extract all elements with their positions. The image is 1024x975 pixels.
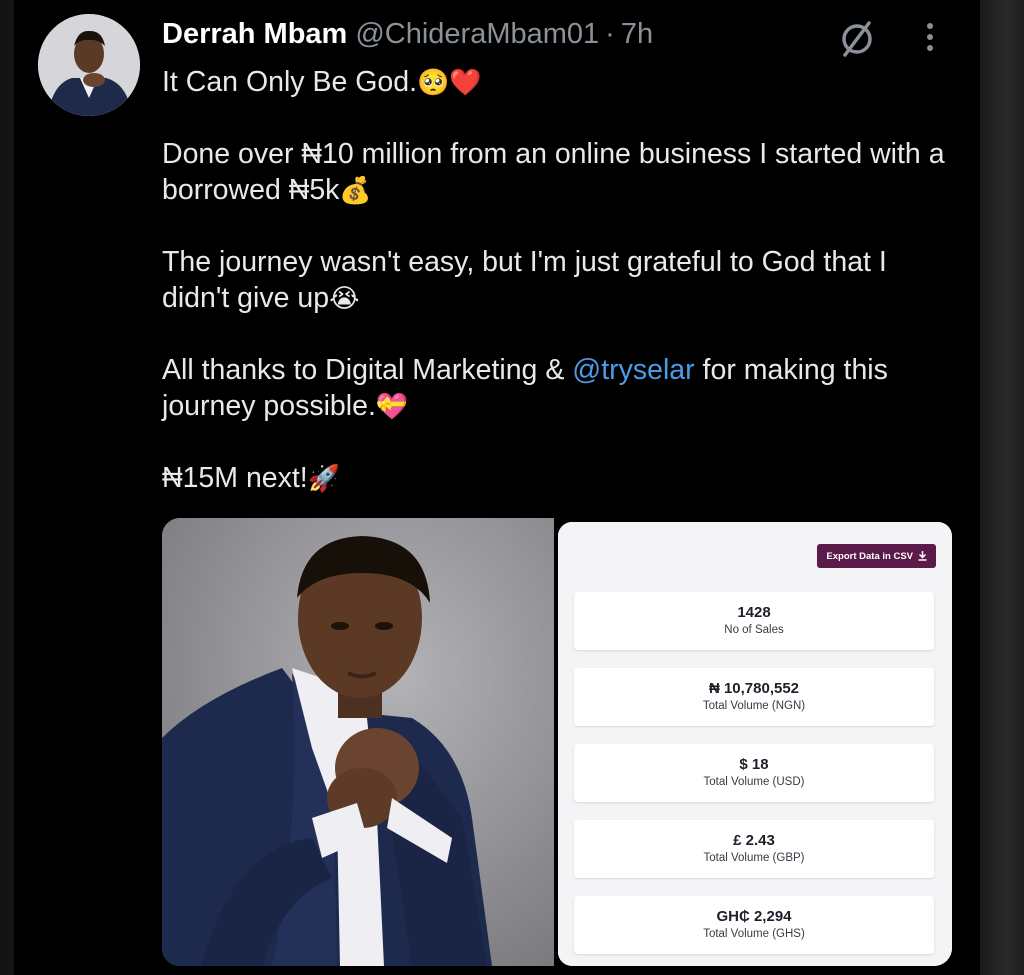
timestamp[interactable]: 7h bbox=[621, 18, 653, 51]
tweet-header: Derrah Mbam @ChideraMbam01 · 7h bbox=[162, 14, 653, 54]
avatar[interactable] bbox=[38, 14, 140, 116]
stat-card-gbp: £ 2.43 Total Volume (GBP) bbox=[574, 820, 934, 878]
avatar-portrait bbox=[38, 14, 140, 116]
stat-card-sales: 1428 No of Sales bbox=[574, 592, 934, 650]
emoji-2: 💰 bbox=[339, 175, 372, 205]
download-icon bbox=[918, 551, 927, 561]
stat-label: No of Sales bbox=[724, 624, 784, 636]
text-2: Done over ₦10 million from an online bus… bbox=[162, 138, 945, 206]
portrait-photo[interactable] bbox=[162, 518, 554, 966]
tweet-line-4: All thanks to Digital Marketing & @tryse… bbox=[162, 352, 952, 424]
mention-link[interactable]: @tryselar bbox=[572, 354, 694, 386]
tweet-line-2: Done over ₦10 million from an online bus… bbox=[162, 136, 952, 208]
text-3: The journey wasn't easy, but I'm just gr… bbox=[162, 246, 887, 314]
right-edge bbox=[980, 0, 1024, 975]
emoji-4: 💝 bbox=[375, 391, 409, 421]
stat-value: 1428 bbox=[737, 604, 771, 621]
tweet-line-5: ₦15M next!🚀 bbox=[162, 460, 952, 496]
stat-value: $ 18 bbox=[739, 756, 769, 773]
stat-label: Total Volume (USD) bbox=[703, 776, 805, 788]
stat-value: £ 2.43 bbox=[733, 832, 775, 849]
text-1: It Can Only Be God. bbox=[162, 66, 418, 98]
author-handle[interactable]: @ChideraMbam01 bbox=[355, 18, 599, 51]
emoji-1: 🥺❤️ bbox=[417, 67, 482, 97]
separator-dot: · bbox=[605, 17, 615, 50]
author-name[interactable]: Derrah Mbam bbox=[162, 18, 347, 51]
emoji-5: 🚀 bbox=[307, 463, 341, 493]
export-csv-button[interactable]: Export Data in CSV bbox=[817, 544, 936, 568]
stat-card-ghs: GH₵ 2,294 Total Volume (GHS) bbox=[574, 896, 934, 954]
stat-card-ngn: ₦ 10,780,552 Total Volume (NGN) bbox=[574, 668, 934, 726]
stat-label: Total Volume (GBP) bbox=[703, 852, 805, 864]
stat-label: Total Volume (NGN) bbox=[702, 700, 806, 712]
tweet-line-1: It Can Only Be God.🥺❤️ bbox=[162, 64, 952, 100]
stat-label: Total Volume (GHS) bbox=[703, 928, 805, 940]
stat-value: ₦ 10,780,552 bbox=[708, 680, 800, 697]
tweet-media[interactable]: Export Data in CSV 1428 No of Sales ₦ 10… bbox=[162, 518, 952, 966]
tweet-text: It Can Only Be God.🥺❤️ Done over ₦10 mil… bbox=[162, 64, 952, 496]
text-4a: All thanks to Digital Marketing & bbox=[162, 354, 573, 386]
left-edge bbox=[0, 0, 14, 975]
dashboard-panel: Export Data in CSV 1428 No of Sales ₦ 10… bbox=[558, 522, 952, 966]
text-5: ₦15M next! bbox=[162, 462, 308, 494]
stat-card-usd: $ 18 Total Volume (USD) bbox=[574, 744, 934, 802]
tweet-line-3: The journey wasn't easy, but I'm just gr… bbox=[162, 244, 952, 316]
emoji-3: 😭 bbox=[329, 283, 360, 313]
sales-dashboard-screenshot[interactable]: Export Data in CSV 1428 No of Sales ₦ 10… bbox=[558, 522, 952, 966]
grok-icon[interactable] bbox=[836, 18, 878, 60]
export-label: Export Data in CSV bbox=[826, 550, 913, 562]
stat-value: GH₵ 2,294 bbox=[716, 908, 792, 925]
more-vertical-icon[interactable] bbox=[918, 20, 942, 56]
